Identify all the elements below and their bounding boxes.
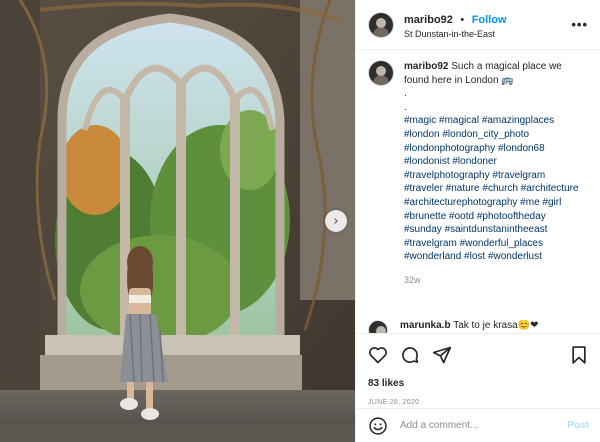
caption-timestamp[interactable]: 32w — [404, 274, 584, 288]
comment-text: Tak to je krasa😊❤ — [453, 320, 539, 331]
header-text: maribo92 • Follow St Dunstan-in-the-East — [404, 9, 507, 40]
instagram-post: › maribo92 • Follow St Dunstan-in-the-Ea… — [0, 0, 600, 442]
location-link[interactable]: St Dunstan-in-the-East — [404, 29, 507, 40]
smiley-icon[interactable] — [368, 416, 388, 436]
action-icons — [368, 344, 589, 366]
caption-hashtags[interactable]: #magic #magical #amazingplaces #london #… — [404, 114, 584, 264]
commenter-avatar[interactable] — [368, 320, 388, 334]
comment-row: marunka.b Tak to je krasa😊❤ — [356, 320, 600, 334]
caption-body: maribo92 Such a magical place we found h… — [404, 60, 584, 288]
comment-icon[interactable] — [400, 345, 420, 365]
comment-text-wrap: marunka.b Tak to je krasa😊❤ — [400, 320, 539, 334]
ruined-church-window-image — [0, 0, 355, 442]
caption-row: maribo92 Such a magical place we found h… — [356, 60, 600, 288]
chevron-right-icon: › — [333, 213, 339, 229]
post-header: maribo92 • Follow St Dunstan-in-the-East… — [356, 0, 600, 50]
caption-dot-line: . — [404, 88, 407, 100]
author-username[interactable]: maribo92 — [404, 14, 453, 26]
commenter-username[interactable]: marunka.b — [400, 320, 451, 331]
heart-icon[interactable] — [368, 345, 388, 365]
caption-area: maribo92 Such a magical place we found h… — [356, 60, 600, 325]
add-comment-bar: Post — [356, 408, 600, 442]
more-options-icon[interactable]: ••• — [571, 17, 588, 32]
comment-input[interactable] — [398, 419, 568, 432]
post-actions: 83 likes JUNE 28, 2020 — [356, 333, 600, 406]
share-icon[interactable] — [432, 345, 452, 365]
post-photo[interactable]: › — [0, 0, 355, 442]
post-comment-button[interactable]: Post — [567, 420, 589, 431]
caption-dot-line: . — [404, 101, 407, 113]
likes-count[interactable]: 83 likes — [368, 378, 589, 389]
bookmark-icon[interactable] — [569, 345, 589, 365]
post-date[interactable]: JUNE 28, 2020 — [368, 399, 589, 406]
carousel-next-button[interactable]: › — [325, 210, 347, 232]
post-side-panel: maribo92 • Follow St Dunstan-in-the-East… — [355, 0, 600, 442]
follow-button[interactable]: Follow — [472, 14, 507, 26]
caption-username[interactable]: maribo92 — [404, 61, 448, 72]
separator-dot: • — [460, 13, 465, 26]
caption-author-avatar[interactable] — [368, 60, 394, 86]
author-avatar[interactable] — [368, 11, 394, 38]
